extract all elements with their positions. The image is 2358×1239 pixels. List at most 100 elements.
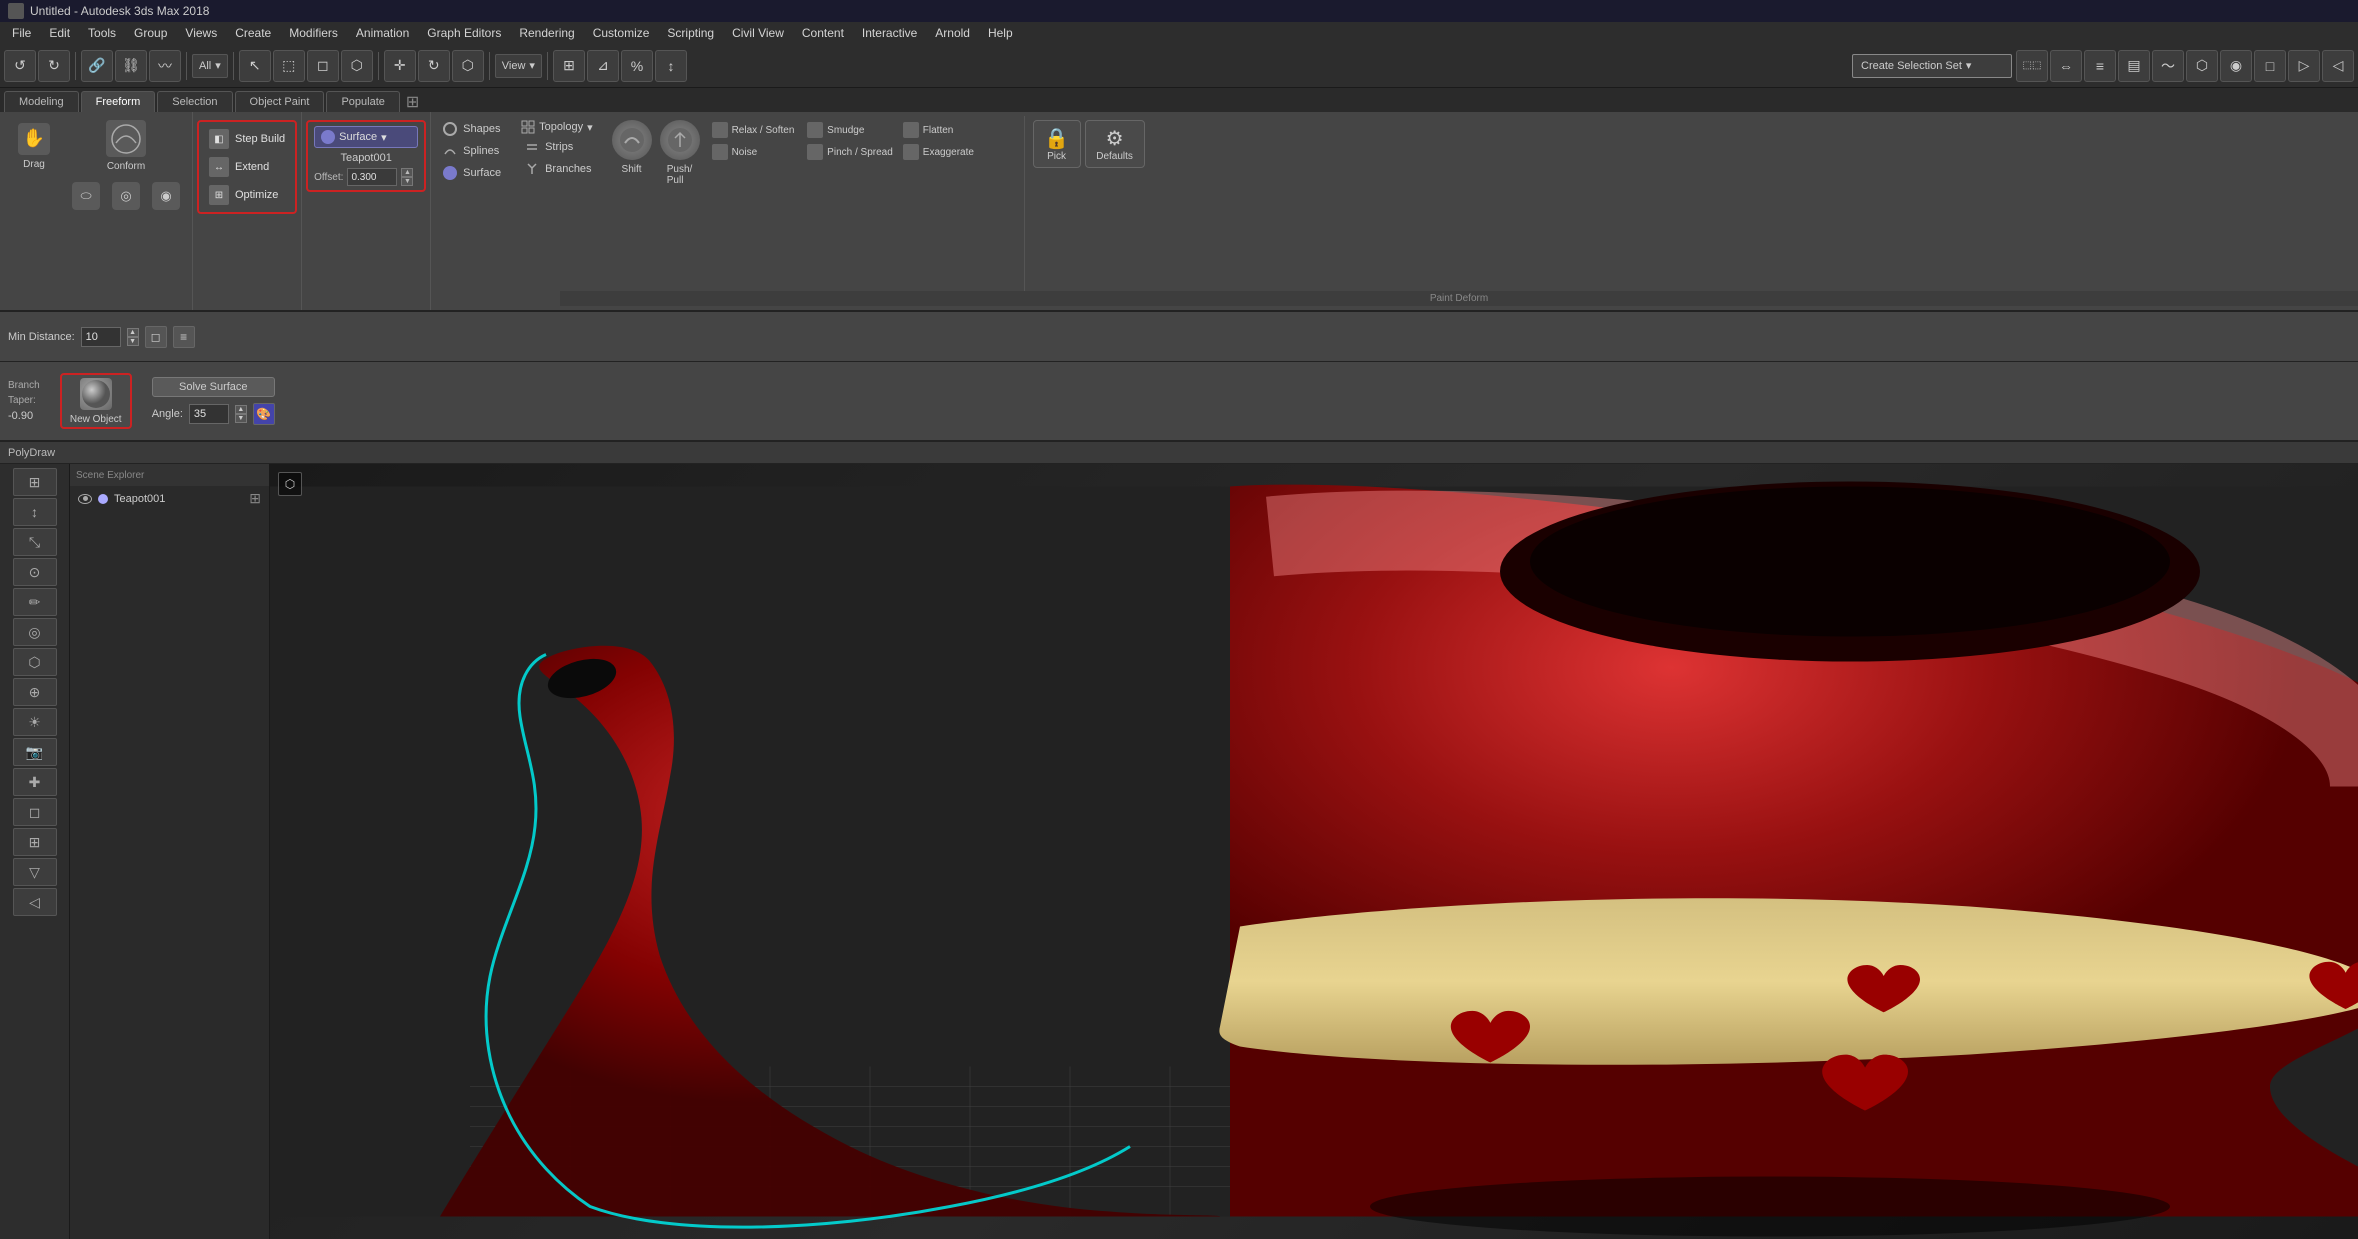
tab-selection[interactable]: Selection [157,91,232,112]
push-pull-button[interactable]: Push/ Pull [660,120,700,186]
angle-snap[interactable]: ⊿ [587,50,619,82]
tab-modeling[interactable]: Modeling [4,91,79,112]
sidebar-filter-icon[interactable]: ▽ [13,858,57,886]
teapot-expand-icon[interactable]: ⊞ [249,490,261,507]
defaults-button[interactable]: ⚙ Defaults [1085,120,1145,168]
align-button[interactable]: ≡ [2084,50,2116,82]
pick-button[interactable]: 🔒 Pick [1033,120,1081,168]
viewport[interactable]: ⬡ [270,464,2358,1239]
sidebar-light-icon[interactable]: ☀ [13,708,57,736]
surface-shapes-button[interactable]: Surface [439,164,505,182]
menu-content[interactable]: Content [794,24,852,42]
topology-header[interactable]: Topology ▾ [521,120,595,134]
viewport-toggle-icon[interactable]: ⬡ [278,472,302,496]
ribbon-expand-icon[interactable]: ⊞ [406,92,419,112]
conform-sub3[interactable]: ◉ [148,178,184,214]
sidebar-magnet-icon[interactable]: ⊕ [13,678,57,706]
min-distance-icon1[interactable]: ◻ [145,326,167,348]
menu-tools[interactable]: Tools [80,24,124,42]
tab-populate[interactable]: Populate [326,91,399,112]
create-selection-set-button[interactable]: Create Selection Set ▾ [1852,54,2012,78]
menu-modifiers[interactable]: Modifiers [281,24,346,42]
branches-button[interactable]: Branches [521,160,595,178]
step-build-button[interactable]: ◧ Step Build [203,126,291,152]
spinner-snap[interactable]: ↕ [655,50,687,82]
menu-views[interactable]: Views [177,24,225,42]
menu-interactive[interactable]: Interactive [854,24,925,42]
sidebar-eye-icon[interactable]: ◎ [13,618,57,646]
menu-customize[interactable]: Customize [585,24,658,42]
sidebar-move-icon[interactable]: ⊞ [13,468,57,496]
conform-sub2[interactable]: ◎ [108,178,144,214]
smudge-button[interactable]: Smudge [803,120,897,140]
menu-group[interactable]: Group [126,24,175,42]
menu-help[interactable]: Help [980,24,1021,42]
min-distance-down-arrow[interactable]: ▼ [127,337,139,346]
curve-editor[interactable]: 〜 [2152,50,2184,82]
snap-toggle[interactable]: ⊞ [553,50,585,82]
optimize-button[interactable]: ⊞ Optimize [203,182,291,208]
sidebar-collapse-icon[interactable]: ◁ [13,888,57,916]
lasso-button[interactable]: ◻ [307,50,339,82]
min-distance-up-arrow[interactable]: ▲ [127,328,139,337]
menu-create[interactable]: Create [227,24,279,42]
sidebar-shape-icon[interactable]: ◻ [13,798,57,826]
strips-button[interactable]: Strips [521,138,595,156]
unlink-button[interactable]: ⛓ [115,50,147,82]
angle-color-icon[interactable]: 🎨 [253,403,275,425]
angle-input[interactable] [189,404,229,424]
angle-down-arrow[interactable]: ▼ [235,414,247,423]
render-frame[interactable]: ▷ [2288,50,2320,82]
shift-button[interactable]: Shift [612,120,652,175]
menu-rendering[interactable]: Rendering [511,24,582,42]
sidebar-scale-icon[interactable]: ⤡ [13,528,57,556]
render-production[interactable]: ◁ [2322,50,2354,82]
noise-button[interactable]: Noise [708,142,802,162]
pinch-spread-button[interactable]: Pinch / Spread [803,142,897,162]
tab-object-paint[interactable]: Object Paint [235,91,325,112]
bind-button[interactable]: 〰 [149,50,181,82]
min-distance-input[interactable] [81,327,121,347]
sidebar-paint-icon[interactable]: ✏ [13,588,57,616]
menu-animation[interactable]: Animation [348,24,417,42]
sidebar-rotate-icon[interactable]: ↕ [13,498,57,526]
link-button[interactable]: 🔗 [81,50,113,82]
mirror-button[interactable]: ⇔ [2050,50,2082,82]
offset-down-arrow[interactable]: ▼ [401,177,413,186]
sidebar-camera-icon[interactable]: 📷 [13,738,57,766]
flatten-button[interactable]: Flatten [899,120,993,140]
layer-manager[interactable]: ▤ [2118,50,2150,82]
offset-spinner[interactable]: ▲ ▼ [401,168,413,186]
rotate-button[interactable]: ↻ [418,50,450,82]
offset-up-arrow[interactable]: ▲ [401,168,413,177]
offset-input[interactable] [347,168,397,186]
solve-surface-button[interactable]: Solve Surface [152,377,275,397]
teapot-visibility-icon[interactable] [78,494,92,504]
sidebar-brush-icon[interactable]: ⊙ [13,558,57,586]
redo-button[interactable]: ↻ [38,50,70,82]
shapes-button[interactable]: Shapes [439,120,505,138]
scale-button[interactable]: ⬡ [452,50,484,82]
move-button[interactable]: ✛ [384,50,416,82]
menu-edit[interactable]: Edit [41,24,78,42]
extend-button[interactable]: ↔ Extend [203,154,291,180]
sidebar-grid-icon[interactable]: ⬡ [13,648,57,676]
sidebar-space-icon[interactable]: ⊞ [13,828,57,856]
menu-graph-editors[interactable]: Graph Editors [419,24,509,42]
splines-button[interactable]: Splines [439,142,505,160]
angle-up-arrow[interactable]: ▲ [235,405,247,414]
exaggerate-button[interactable]: Exaggerate [899,142,993,162]
drag-button[interactable]: ✋ Drag [8,120,60,172]
conform-button[interactable]: Conform [96,120,156,172]
menu-civil-view[interactable]: Civil View [724,24,792,42]
conform-sub1[interactable]: ⬭ [68,178,104,214]
material-editor[interactable]: ◉ [2220,50,2252,82]
menu-arnold[interactable]: Arnold [927,24,978,42]
paint-select-button[interactable]: ⬡ [341,50,373,82]
filter-dropdown[interactable]: All ▾ [192,54,228,78]
menu-file[interactable]: File [4,24,39,42]
view-dropdown[interactable]: View ▾ [495,54,542,78]
tab-freeform[interactable]: Freeform [81,91,156,112]
select-region-button[interactable]: ⬚ [273,50,305,82]
relax-soften-button[interactable]: Relax / Soften [708,120,802,140]
